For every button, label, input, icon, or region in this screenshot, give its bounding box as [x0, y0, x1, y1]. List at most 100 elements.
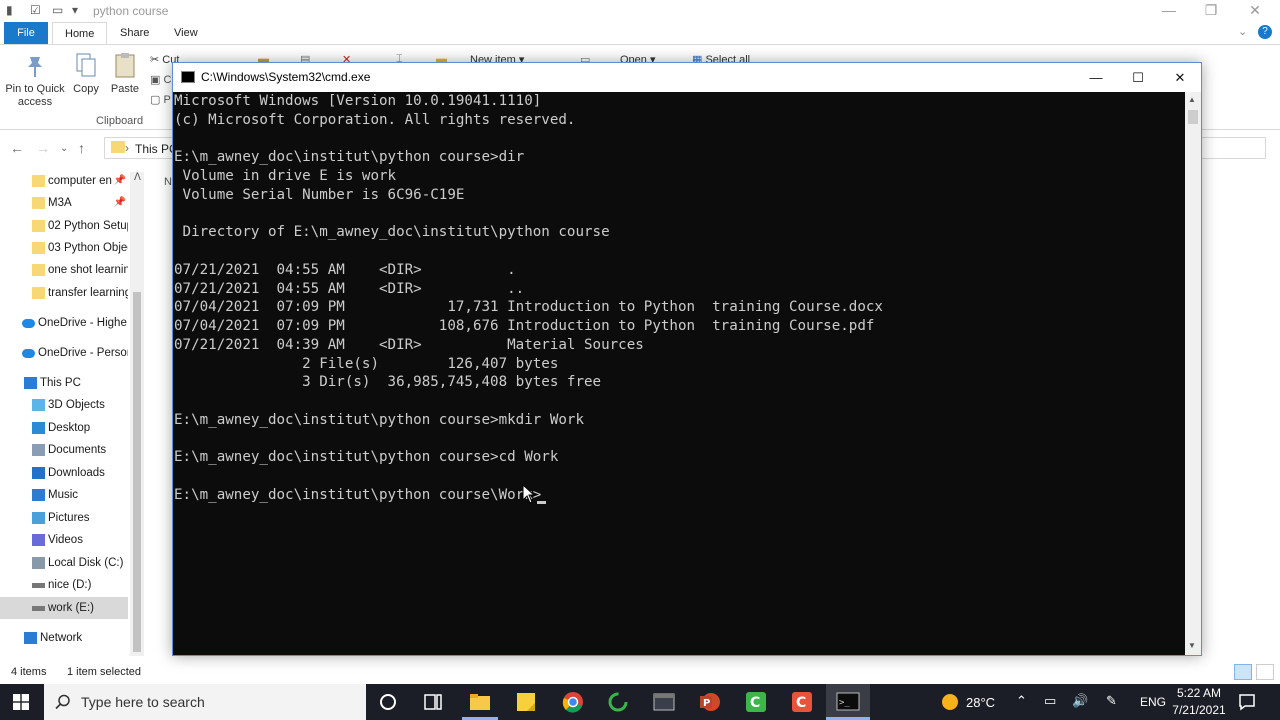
- file-explorer-taskbar-icon[interactable]: [468, 690, 492, 714]
- refresh-app-icon[interactable]: [606, 690, 630, 714]
- weather-temperature[interactable]: 28°C: [966, 695, 995, 710]
- tab-share[interactable]: Share: [108, 22, 161, 44]
- nav-item[interactable]: Videos: [0, 529, 128, 551]
- back-arrow-icon[interactable]: ←: [10, 140, 24, 156]
- explorer-maximize-button[interactable]: ❐: [1196, 2, 1226, 19]
- new-folder-icon[interactable]: ▭: [52, 3, 63, 17]
- explorer-close-button[interactable]: ✕: [1240, 2, 1270, 19]
- nav-item-label: Music: [48, 489, 79, 501]
- scissors-icon: ✂: [150, 54, 163, 66]
- up-arrow-icon[interactable]: ↑: [78, 140, 85, 156]
- nav-item[interactable]: 3D Objects: [0, 394, 128, 416]
- battery-icon[interactable]: ▭: [1044, 693, 1056, 709]
- nav-item-label: Documents: [48, 444, 107, 456]
- properties-icon[interactable]: ☑: [30, 3, 41, 17]
- nav-item[interactable]: M3A 📌: [0, 192, 128, 214]
- cmd-close-button[interactable]: ✕: [1159, 63, 1201, 92]
- disk-icon: [32, 557, 45, 569]
- view-toggle[interactable]: [1234, 664, 1274, 680]
- camtasia-green-icon[interactable]: C: [744, 690, 768, 714]
- powerpoint-icon[interactable]: P: [698, 690, 722, 714]
- cmd-scroll-thumb[interactable]: [1188, 110, 1198, 124]
- large-icons-view-icon[interactable]: [1256, 664, 1274, 680]
- documents-icon: [32, 444, 45, 456]
- nav-item[interactable]: Pictures: [0, 507, 128, 529]
- details-view-icon[interactable]: [1234, 664, 1252, 680]
- window-app-icon[interactable]: [652, 690, 676, 714]
- scroll-up-icon[interactable]: ▲: [1188, 95, 1196, 104]
- paste-button[interactable]: Paste: [108, 51, 142, 96]
- nav-item[interactable]: nice (D:): [0, 574, 128, 596]
- nav-item[interactable]: OneDrive - Persor: [0, 342, 128, 364]
- task-view-icon[interactable]: [421, 690, 445, 714]
- cmd-titlebar[interactable]: C:\Windows\System32\cmd.exe — ☐ ✕: [173, 63, 1201, 92]
- folder-icon: [32, 287, 45, 299]
- camtasia-red-icon[interactable]: C: [790, 690, 814, 714]
- folder-icon: [32, 242, 45, 254]
- cmd-maximize-button[interactable]: ☐: [1117, 63, 1159, 92]
- paste-shortcut-icon[interactable]: ▢ P: [150, 93, 171, 106]
- tab-home[interactable]: Home: [52, 22, 108, 44]
- nav-item[interactable]: 02 Python Setup: [0, 215, 128, 237]
- nav-item[interactable]: Downloads: [0, 462, 128, 484]
- status-item-count: 4 items: [11, 666, 47, 678]
- cmd-taskbar-button[interactable]: >_: [826, 684, 870, 720]
- volume-icon[interactable]: 🔊: [1072, 693, 1088, 709]
- cmd-minimize-button[interactable]: —: [1075, 63, 1117, 92]
- nav-item[interactable]: Desktop: [0, 417, 128, 439]
- explorer-minimize-button[interactable]: —: [1154, 2, 1184, 18]
- language-indicator[interactable]: ENG: [1140, 695, 1166, 709]
- ribbon-collapse-icon[interactable]: ⌄: [1238, 25, 1247, 38]
- cmd-app-icon[interactable]: [181, 71, 195, 83]
- pin-to-quick-access-button[interactable]: Pin to Quick access: [4, 51, 66, 109]
- pin-icon: 📌: [113, 197, 126, 208]
- clock-date[interactable]: 7/21/2021: [1172, 703, 1226, 717]
- nav-item[interactable]: Documents: [0, 439, 128, 461]
- nav-item[interactable]: Music: [0, 484, 128, 506]
- copy-path-icon[interactable]: ▣ C: [150, 73, 171, 86]
- navigation-pane-scrollbar[interactable]: [130, 172, 144, 656]
- nav-item-label: Videos: [48, 534, 83, 546]
- tab-file[interactable]: File: [4, 22, 48, 44]
- status-bar: 4 items 1 item selected: [0, 662, 1280, 684]
- copy-button[interactable]: Copy: [70, 51, 102, 96]
- cortana-icon[interactable]: [376, 690, 400, 714]
- nav-item[interactable]: Local Disk (C:): [0, 552, 128, 574]
- nav-item-label: Desktop: [48, 422, 91, 434]
- start-button[interactable]: [0, 684, 44, 720]
- help-icon[interactable]: ?: [1258, 25, 1272, 39]
- nav-item[interactable]: work (E:): [0, 597, 128, 619]
- svg-text:C: C: [750, 695, 760, 711]
- explorer-search-input[interactable]: [1200, 137, 1266, 159]
- weather-sun-icon[interactable]: [940, 692, 960, 712]
- clock-time[interactable]: 5:22 AM: [1176, 686, 1222, 700]
- sticky-notes-icon[interactable]: [514, 690, 538, 714]
- chrome-icon[interactable]: [561, 690, 585, 714]
- nav-item[interactable]: transfer learning: [0, 282, 128, 304]
- nav-item[interactable]: 03 Python Objec: [0, 237, 128, 259]
- cmd-scrollbar[interactable]: ▲ ▼: [1185, 92, 1201, 655]
- pen-icon[interactable]: ✎: [1106, 693, 1117, 709]
- taskbar-search-box[interactable]: Type here to search: [44, 684, 366, 720]
- navigation-pane-scroll-thumb[interactable]: [133, 292, 141, 652]
- nav-item[interactable]: OneDrive - Highe: [0, 312, 128, 334]
- notifications-icon[interactable]: [1238, 693, 1256, 711]
- paste-icon: [112, 51, 138, 79]
- downloads-icon: [32, 467, 45, 479]
- nav-item[interactable]: computer en 📌: [0, 170, 128, 192]
- music-icon: [32, 489, 45, 501]
- cmd-window[interactable]: C:\Windows\System32\cmd.exe — ☐ ✕ Micros…: [172, 62, 1202, 656]
- qat-dropdown-icon[interactable]: ▾: [72, 3, 78, 17]
- recent-locations-icon[interactable]: ⌄: [60, 143, 68, 154]
- scroll-down-icon[interactable]: ▼: [1188, 641, 1196, 650]
- tray-overflow-icon[interactable]: ⌃: [1016, 693, 1027, 709]
- forward-arrow-icon[interactable]: →: [36, 140, 50, 156]
- explorer-title: python course: [93, 4, 169, 18]
- console-output-area[interactable]: Microsoft Windows [Version 10.0.19041.11…: [173, 92, 1185, 655]
- console-text: Microsoft Windows [Version 10.0.19041.11…: [174, 93, 883, 503]
- column-header-name[interactable]: N: [164, 176, 172, 188]
- nav-item[interactable]: This PC: [0, 372, 128, 394]
- nav-item[interactable]: one shot learnin: [0, 259, 128, 281]
- tab-view[interactable]: View: [162, 22, 210, 44]
- nav-item[interactable]: Network: [0, 627, 128, 649]
